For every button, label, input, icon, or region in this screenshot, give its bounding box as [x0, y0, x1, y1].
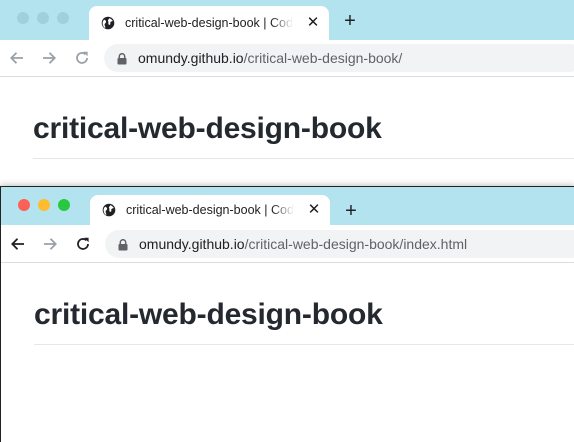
arrow-right-icon[interactable]: [40, 49, 58, 67]
url-path: /critical-web-design-book/: [243, 50, 403, 66]
tab-title: critical-web-design-book | Code: [126, 203, 294, 217]
browser-tab[interactable]: critical-web-design-book | Code ✕: [89, 6, 329, 40]
close-icon[interactable]: ✕: [306, 202, 322, 218]
lock-icon[interactable]: [118, 238, 128, 251]
zoom-window-button[interactable]: [57, 12, 69, 24]
heading-divider: [34, 344, 574, 345]
tab-strip: critical-web-design-book | Code ✕ +: [0, 0, 574, 40]
tab-strip: critical-web-design-book | Code ✕ +: [1, 187, 574, 225]
page-content: critical-web-design-book: [0, 77, 574, 185]
globe-icon: [101, 16, 115, 30]
arrow-left-icon[interactable]: [8, 49, 26, 67]
plus-icon[interactable]: +: [342, 201, 360, 221]
url-text[interactable]: omundy.github.io/critical-web-design-boo…: [138, 44, 402, 72]
minimize-window-button[interactable]: [38, 199, 50, 211]
url-path: /critical-web-design-book/index.html: [244, 236, 468, 252]
page-title: critical-web-design-book: [33, 112, 382, 145]
window-controls: [17, 12, 69, 24]
minimize-window-button[interactable]: [37, 12, 49, 24]
navigation-toolbar: omundy.github.io/critical-web-design-boo…: [0, 40, 574, 77]
heading-divider: [33, 158, 574, 159]
browser-tab[interactable]: critical-web-design-book | Code ✕: [90, 195, 330, 225]
close-window-button[interactable]: [18, 199, 30, 211]
url-domain: omundy.github.io: [139, 236, 245, 252]
plus-icon[interactable]: +: [341, 11, 359, 31]
url-domain: omundy.github.io: [138, 50, 244, 66]
navigation-toolbar: omundy.github.io/critical-web-design-boo…: [1, 225, 574, 263]
arrow-right-icon[interactable]: [41, 235, 59, 253]
reload-icon[interactable]: [74, 235, 92, 253]
arrow-left-icon[interactable]: [9, 235, 27, 253]
browser-window-back: critical-web-design-book | Code ✕ + omun…: [0, 0, 574, 185]
tab-title: critical-web-design-book | Code: [125, 16, 293, 30]
page-content: critical-web-design-book: [1, 263, 574, 442]
page-title: critical-web-design-book: [34, 298, 383, 331]
globe-icon: [102, 203, 116, 217]
close-window-button[interactable]: [17, 12, 29, 24]
window-controls: [18, 199, 70, 211]
address-bar[interactable]: omundy.github.io/critical-web-design-boo…: [105, 230, 574, 258]
address-bar[interactable]: omundy.github.io/critical-web-design-boo…: [104, 44, 574, 72]
browser-window-front: critical-web-design-book | Code ✕ + omun…: [0, 186, 574, 442]
url-text[interactable]: omundy.github.io/critical-web-design-boo…: [139, 230, 467, 258]
lock-icon[interactable]: [117, 52, 127, 65]
reload-icon[interactable]: [73, 49, 91, 67]
zoom-window-button[interactable]: [58, 199, 70, 211]
close-icon[interactable]: ✕: [305, 15, 321, 31]
